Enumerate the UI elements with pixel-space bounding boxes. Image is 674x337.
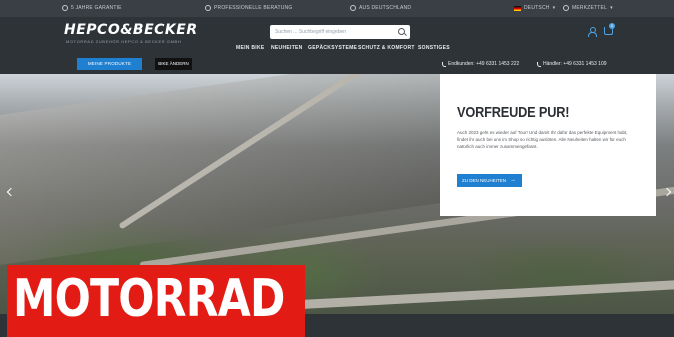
headset-icon: [205, 5, 211, 11]
chevron-down-icon: ▾: [610, 5, 613, 11]
mountain-slope: [0, 74, 460, 268]
top-utility-bar: 5 JAHRE GARANTIE PROFESSIONELLE BERATUNG…: [0, 0, 674, 17]
search-placeholder: Suchen ... Suchbegriff eingeben: [275, 29, 347, 35]
watchlist-link[interactable]: MERKZETTEL ▾: [563, 5, 613, 11]
consumer-phone-label: Endkunden: +49 6331 1453 222: [448, 61, 520, 67]
consulting-info: PROFESSIONELLE BERATUNG: [205, 5, 292, 11]
magazine-brand-banner: MOTORRAD: [7, 265, 305, 337]
search-input[interactable]: Suchen ... Suchbegriff eingeben: [270, 25, 410, 39]
warranty-label: 5 JAHRE GARANTIE: [71, 5, 122, 11]
location-icon: [350, 5, 356, 11]
heart-icon: [563, 5, 569, 11]
hero-promo-card: VORFREUDE PUR! Auch 2023 geht es wieder …: [440, 74, 656, 216]
promo-title: VORFREUDE PUR!: [457, 104, 570, 121]
promo-text: Auch 2023 geht es wieder auf Tour! Und d…: [457, 130, 628, 149]
watchlist-label: MERKZETTEL: [572, 5, 608, 11]
warranty-info: 5 JAHRE GARANTIE: [62, 5, 122, 11]
logo[interactable]: HEPCO&BECKER: [64, 22, 198, 38]
change-bike-button[interactable]: BIKE ÄNDERN: [155, 58, 192, 70]
phone-icon: [442, 61, 446, 67]
german-flag-icon: [514, 5, 521, 11]
action-strip: MEINE PRODUKTE ANZEIGEN BIKE ÄNDERN Endk…: [0, 55, 674, 78]
language-selector[interactable]: DEUTSCH ▾: [514, 5, 555, 11]
cart-count-badge: 0: [609, 23, 615, 29]
dealer-phone-label: Händler: +49 6331 1453 109: [543, 61, 607, 67]
shield-icon: [62, 5, 68, 11]
nav-item-schutz-komfort[interactable]: SCHUTZ & KOMFORT: [358, 45, 415, 51]
user-account-icon[interactable]: [588, 27, 597, 37]
made-in-info: AUS DEUTSCHLAND: [350, 5, 411, 11]
nav-item-neuheiten[interactable]: NEUHEITEN: [271, 45, 303, 51]
nav-item-sonstiges[interactable]: SONSTIGES: [418, 45, 450, 51]
phone-icon: [537, 61, 541, 67]
main-nav: MEIN BIKE NEUHEITEN GEPÄCKSYSTEME SCHUTZ…: [0, 43, 674, 55]
consumer-phone[interactable]: Endkunden: +49 6331 1453 222: [442, 61, 519, 67]
nav-item-gepaecksysteme[interactable]: GEPÄCKSYSTEME: [308, 45, 357, 51]
road-segment: [299, 279, 674, 309]
made-in-label: AUS DEUTSCHLAND: [359, 5, 412, 11]
nav-item-mein-bike[interactable]: MEIN BIKE: [236, 45, 265, 51]
arrow-right-icon: →: [510, 177, 516, 183]
search-icon[interactable]: [398, 28, 405, 35]
dealer-phone[interactable]: Händler: +49 6331 1453 109: [537, 61, 607, 67]
language-label: DEUTSCH: [524, 5, 550, 11]
show-my-products-button[interactable]: MEINE PRODUKTE ANZEIGEN: [77, 58, 142, 78]
to-new-products-label: ZU DEN NEUHEITEN: [462, 178, 507, 183]
consulting-label: PROFESSIONELLE BERATUNG: [214, 5, 293, 11]
page: 5 JAHRE GARANTIE PROFESSIONELLE BERATUNG…: [0, 0, 674, 337]
chevron-down-icon: ▾: [552, 5, 556, 11]
magazine-brand-text: MOTORRAD: [13, 269, 285, 329]
to-new-products-button[interactable]: ZU DEN NEUHEITEN →: [457, 174, 522, 187]
